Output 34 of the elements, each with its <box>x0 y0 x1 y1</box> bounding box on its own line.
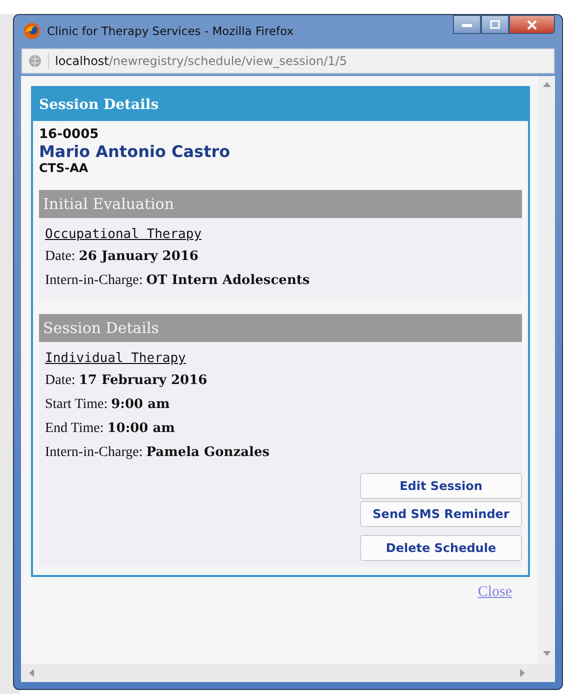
detail-line: Date: 17 February 2016 <box>45 372 208 390</box>
close-button[interactable] <box>509 15 555 34</box>
detail-line: Date: 26 January 2016 <box>45 248 200 266</box>
patient-name: Mario Antonio Castro <box>39 142 232 161</box>
dialog-title: Session Details <box>39 96 159 112</box>
minimize-button[interactable] <box>453 15 481 34</box>
vertical-scrollbar[interactable] <box>538 76 555 664</box>
action-button[interactable]: Send SMS Reminder <box>360 501 522 527</box>
therapy-link[interactable]: Occupational Therapy <box>45 227 202 242</box>
minimize-icon <box>462 22 472 26</box>
url-text: localhost/newregistry/schedule/view_session/1/5 <box>55 54 347 68</box>
detail-line: End Time: 10:00 am <box>45 420 176 438</box>
window-title: Clinic for Therapy Services - Mozilla Firefox <box>47 24 294 38</box>
action-button[interactable]: Delete Schedule <box>360 535 522 561</box>
scroll-up-icon[interactable] <box>542 82 550 87</box>
maximize-button[interactable] <box>481 15 509 34</box>
program-code: CTS-AA <box>39 161 90 175</box>
scroll-left-icon[interactable] <box>29 669 34 677</box>
patient-id: 16-0005 <box>39 127 100 142</box>
therapy-link[interactable]: Individual Therapy <box>45 351 186 366</box>
horizontal-scrollbar[interactable] <box>21 664 555 682</box>
scroll-down-icon[interactable] <box>542 651 550 656</box>
address-bar[interactable]: localhost/newregistry/schedule/view_session/1/5 <box>21 48 555 74</box>
action-button[interactable]: Edit Session <box>360 473 522 499</box>
section-title: Session Details <box>43 319 159 337</box>
browser-logo-icon <box>23 22 41 40</box>
detail-line: Start Time: 9:00 am <box>45 396 171 414</box>
globe-icon <box>28 54 42 68</box>
detail-line: Intern-in-Charge: Pamela Gonzales <box>45 444 271 462</box>
detail-line: Intern-in-Charge: OT Intern Adolescents <box>45 272 311 290</box>
close-icon <box>527 20 537 30</box>
section-title: Initial Evaluation <box>43 195 174 213</box>
maximize-icon <box>490 20 500 29</box>
scroll-right-icon[interactable] <box>520 669 525 677</box>
